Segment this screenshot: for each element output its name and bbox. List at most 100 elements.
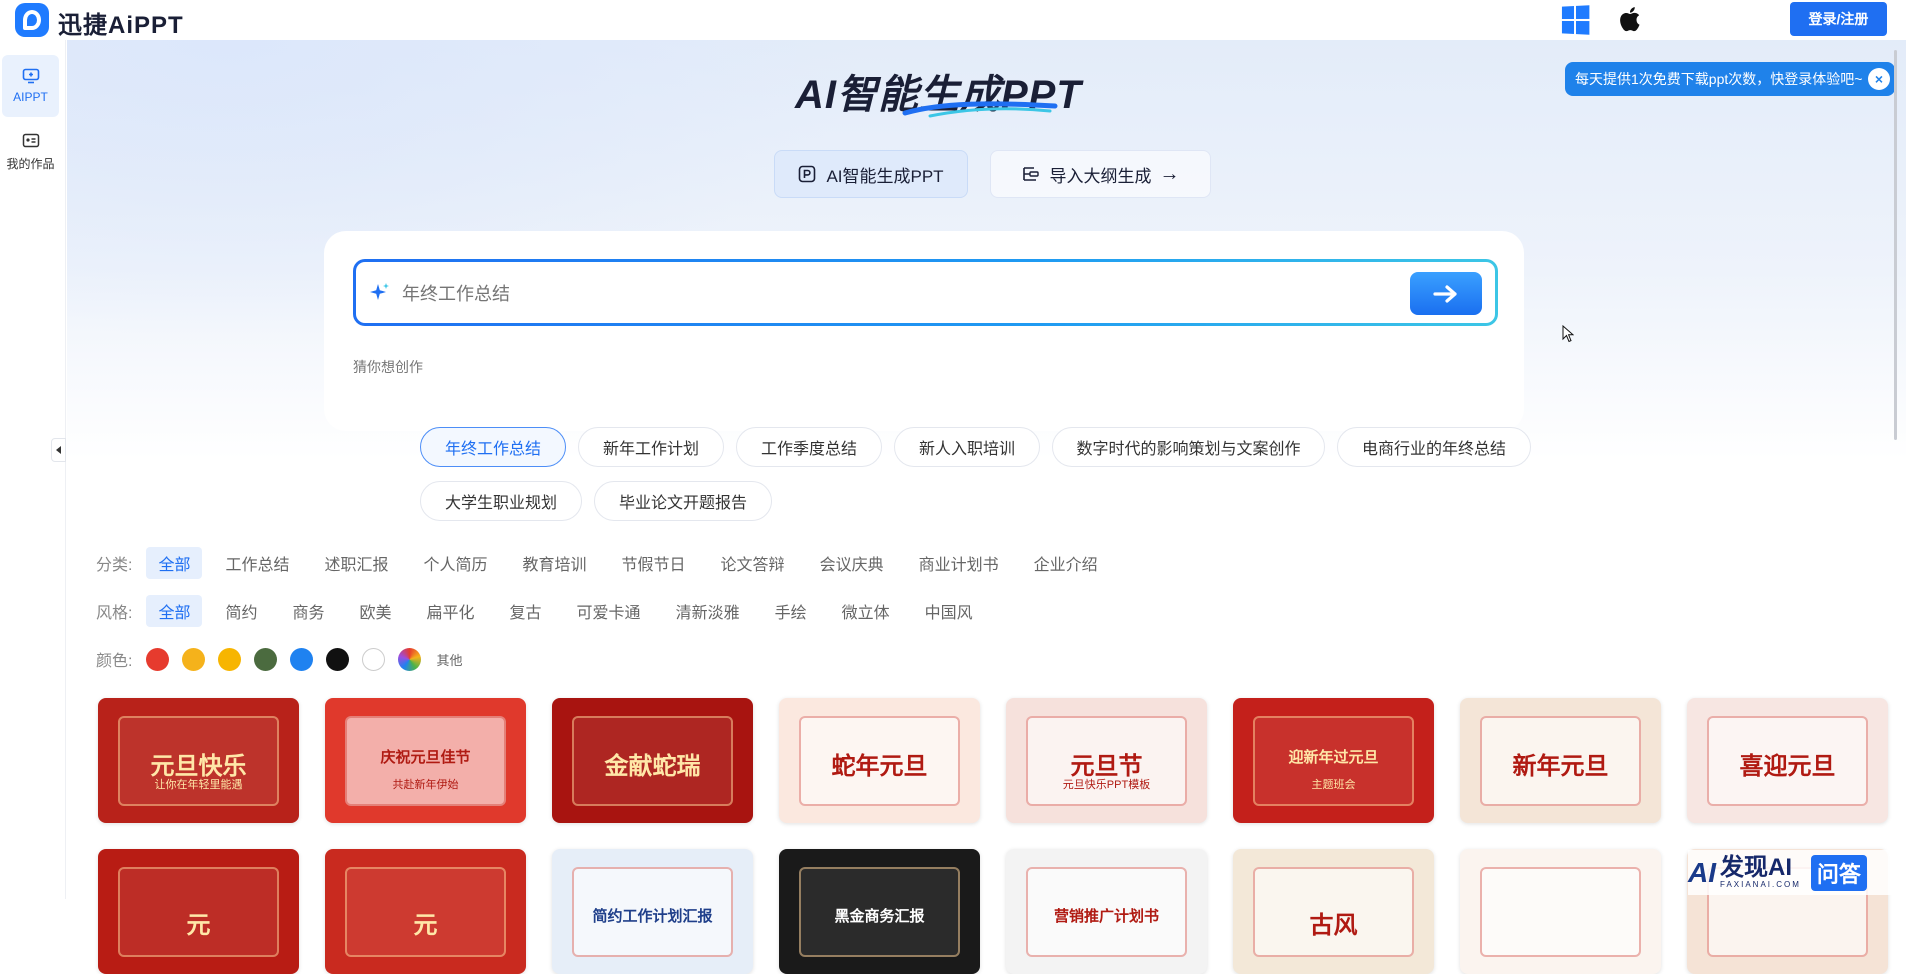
sidebar-item-my-works[interactable]: 我的作品 bbox=[2, 121, 59, 183]
category-filter-label: 分类: bbox=[96, 557, 133, 574]
free-download-toast: 每天提供1次免费下载ppt次数，快登录体验吧~ bbox=[1565, 62, 1895, 96]
template-card[interactable]: 元旦节 元旦快乐PPT模板 bbox=[1006, 698, 1207, 823]
watermark-text: 发现AI FAXIANAI.COM bbox=[1720, 854, 1801, 890]
template-card[interactable]: 新年元旦 bbox=[1460, 698, 1661, 823]
color-swatch-blue[interactable] bbox=[290, 647, 314, 671]
template-subtitle: 元旦快乐PPT模板 bbox=[1062, 778, 1151, 791]
style-chip[interactable]: 微立体 bbox=[830, 595, 902, 627]
app-logo-icon[interactable] bbox=[15, 3, 49, 37]
app-logo-text[interactable]: 迅捷AiPPT bbox=[58, 5, 184, 40]
mouse-cursor-icon bbox=[1562, 325, 1574, 343]
color-swatch-black[interactable] bbox=[326, 647, 350, 671]
category-chip[interactable]: 工作总结 bbox=[213, 547, 301, 579]
toast-text: 每天提供1次免费下载ppt次数，快登录体验吧~ bbox=[1575, 71, 1863, 87]
topic-search-input[interactable] bbox=[402, 279, 1182, 309]
style-chip[interactable]: 简约 bbox=[213, 595, 269, 627]
color-filter-label: 颜色: bbox=[96, 653, 133, 670]
suggestion-chip[interactable]: 新人入职培训 bbox=[894, 427, 1040, 467]
toast-close-icon[interactable]: × bbox=[1868, 68, 1890, 90]
style-chip[interactable]: 商务 bbox=[280, 595, 336, 627]
apple-icon[interactable] bbox=[1616, 4, 1646, 34]
template-title: 简约工作计划汇报 bbox=[592, 908, 713, 926]
mode-label: AI智能生成PPT bbox=[826, 166, 944, 186]
template-card[interactable] bbox=[1460, 849, 1661, 974]
color-swatch-yellow[interactable] bbox=[218, 647, 242, 671]
sidebar-item-label: 我的作品 bbox=[6, 156, 55, 171]
template-subtitle: 共赴新年伊始 bbox=[392, 778, 459, 791]
suggestion-chip[interactable]: 工作季度总结 bbox=[736, 427, 882, 467]
template-card[interactable]: 简约工作计划汇报 bbox=[552, 849, 753, 974]
category-chip[interactable]: 企业介绍 bbox=[1022, 547, 1110, 579]
template-title: 金献蛇瑞 bbox=[604, 752, 701, 780]
template-card[interactable]: 庆祝元旦佳节 共赴新年伊始 bbox=[325, 698, 526, 823]
color-swatch-white[interactable] bbox=[362, 647, 386, 671]
template-title: 喜迎元旦 bbox=[1739, 752, 1836, 780]
template-card[interactable]: 元 bbox=[98, 849, 299, 974]
color-swatch-green[interactable] bbox=[254, 647, 278, 671]
template-card[interactable]: 营销推广计划书 bbox=[1006, 849, 1207, 974]
template-card[interactable]: 迎新年过元旦主题班会 bbox=[1233, 698, 1434, 823]
hero-title-underline-decoration bbox=[902, 101, 1058, 118]
template-title: 元 bbox=[413, 912, 438, 940]
template-title: 营销推广计划书 bbox=[1053, 908, 1159, 926]
category-chip[interactable]: 会议庆典 bbox=[808, 547, 896, 579]
sidebar-item-aippt[interactable]: AIPPT bbox=[2, 55, 59, 117]
watermark-domain: FAXIANAI.COM bbox=[1720, 880, 1801, 889]
suggestion-chip[interactable]: 大学生职业规划 bbox=[420, 481, 582, 521]
template-card[interactable]: 黑金商务汇报 bbox=[779, 849, 980, 974]
template-title: 元 bbox=[186, 912, 211, 940]
mode-label: 导入大纲生成 bbox=[1049, 166, 1152, 186]
category-chip[interactable]: 述职汇报 bbox=[312, 547, 400, 579]
category-chip[interactable]: 个人简历 bbox=[412, 547, 500, 579]
suggestion-chip[interactable]: 新年工作计划 bbox=[578, 427, 724, 467]
template-card[interactable]: 蛇年元旦 bbox=[779, 698, 980, 823]
category-chip[interactable]: 教育培训 bbox=[511, 547, 599, 579]
color-swatch-multicolor[interactable] bbox=[398, 647, 422, 671]
style-chip[interactable]: 手绘 bbox=[763, 595, 819, 627]
suggestion-chip[interactable]: 电商行业的年终总结 bbox=[1337, 427, 1531, 467]
left-sidebar: AIPPT 我的作品 bbox=[0, 40, 66, 899]
template-subtitle: 主题班会 bbox=[1311, 778, 1356, 791]
sidebar-collapse-toggle[interactable] bbox=[51, 438, 66, 462]
windows-icon[interactable] bbox=[1561, 5, 1590, 35]
template-title: 迎新年过元旦 bbox=[1288, 748, 1379, 766]
template-card[interactable]: 古风 bbox=[1233, 849, 1434, 974]
template-title: 黑金商务汇报 bbox=[834, 908, 925, 926]
template-title: 古风 bbox=[1309, 912, 1358, 940]
generate-submit-button[interactable] bbox=[1410, 272, 1482, 315]
color-filter-row: 颜色: 其他 bbox=[96, 644, 462, 674]
category-chip[interactable]: 论文答辩 bbox=[709, 547, 797, 579]
arrow-right-icon bbox=[1433, 284, 1457, 303]
style-chip[interactable]: 清新淡雅 bbox=[664, 595, 752, 627]
watermark-ai-logo: AI bbox=[1688, 856, 1716, 888]
style-chip[interactable]: 可爱卡通 bbox=[565, 595, 653, 627]
style-chip[interactable]: 扁平化 bbox=[415, 595, 487, 627]
suggestion-chip[interactable]: 年终工作总结 bbox=[420, 427, 566, 467]
style-filter-row: 风格: 全部 简约 商务 欧美 扁平化 复古 可爱卡通 清新淡雅 手绘 微立体 … bbox=[96, 595, 996, 627]
works-card-icon bbox=[22, 133, 39, 147]
mode-ai-generate-ppt[interactable]: AI智能生成PPT bbox=[774, 150, 968, 198]
ai-monitor-icon bbox=[22, 68, 39, 84]
category-chip[interactable]: 节假节日 bbox=[610, 547, 698, 579]
suggestion-chip[interactable]: 毕业论文开题报告 bbox=[594, 481, 772, 521]
sparkle-icon bbox=[370, 283, 389, 300]
suggestion-chip[interactable]: 数字时代的影响策划与文案创作 bbox=[1052, 427, 1325, 467]
color-swatch-orange[interactable] bbox=[182, 647, 206, 671]
color-other-label[interactable]: 其他 bbox=[436, 650, 462, 669]
template-card[interactable]: 元旦快乐 让你在年轻里能遇 bbox=[98, 698, 299, 823]
mode-import-outline[interactable]: 导入大纲生成 → bbox=[990, 150, 1211, 198]
style-chip[interactable]: 欧美 bbox=[348, 595, 404, 627]
template-card[interactable]: 元 bbox=[325, 849, 526, 974]
login-register-button[interactable]: 登录/注册 bbox=[1790, 2, 1887, 36]
watermark-badge: 问答 bbox=[1810, 854, 1867, 891]
style-chip[interactable]: 复古 bbox=[498, 595, 554, 627]
template-card[interactable]: 喜迎元旦 bbox=[1687, 698, 1888, 823]
page-scrollbar[interactable] bbox=[1894, 50, 1897, 440]
style-chip[interactable]: 中国风 bbox=[913, 595, 985, 627]
color-swatch-red[interactable] bbox=[146, 647, 170, 671]
watermark-name: 发现AI bbox=[1720, 854, 1792, 881]
category-chip[interactable]: 商业计划书 bbox=[907, 547, 1011, 579]
template-card[interactable]: 金献蛇瑞 bbox=[552, 698, 753, 823]
category-chip[interactable]: 全部 bbox=[146, 547, 203, 579]
style-chip[interactable]: 全部 bbox=[146, 595, 203, 627]
